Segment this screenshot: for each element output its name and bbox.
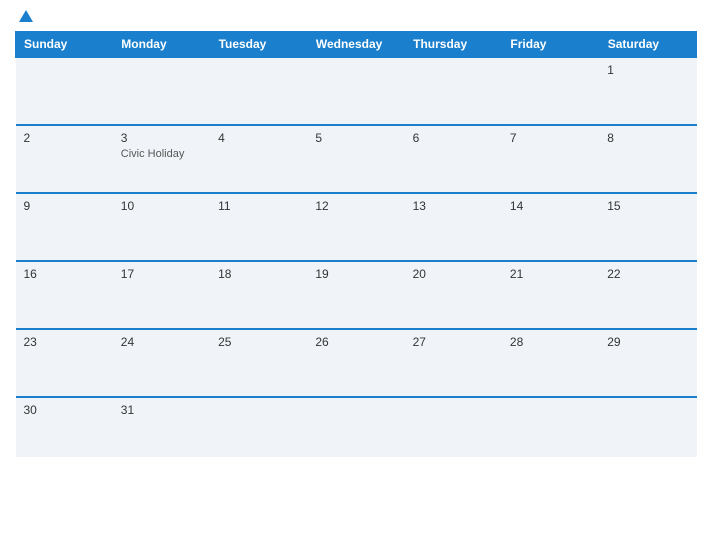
day-number: 11 (218, 199, 299, 213)
calendar-cell: 11 (210, 193, 307, 261)
calendar-cell: 2 (16, 125, 113, 193)
week-row-3: 9 10 11 12 13 14 15 (16, 193, 697, 261)
day-number: 31 (121, 403, 202, 417)
day-header-sunday: Sunday (16, 32, 113, 58)
day-number: 15 (607, 199, 688, 213)
calendar-cell: 8 (599, 125, 696, 193)
day-number: 9 (24, 199, 105, 213)
calendar-cell: 26 (307, 329, 404, 397)
calendar-cell: 31 (113, 397, 210, 457)
day-number: 30 (24, 403, 105, 417)
day-number: 19 (315, 267, 396, 281)
day-header-monday: Monday (113, 32, 210, 58)
day-number: 20 (413, 267, 494, 281)
day-number: 21 (510, 267, 591, 281)
day-header-saturday: Saturday (599, 32, 696, 58)
calendar-cell (502, 57, 599, 125)
calendar-cell: 30 (16, 397, 113, 457)
day-header-thursday: Thursday (405, 32, 502, 58)
calendar-cell (502, 397, 599, 457)
calendar-cell: 4 (210, 125, 307, 193)
calendar-cell: 25 (210, 329, 307, 397)
day-number: 16 (24, 267, 105, 281)
calendar-cell: 9 (16, 193, 113, 261)
day-number: 25 (218, 335, 299, 349)
header (15, 10, 697, 23)
day-number: 4 (218, 131, 299, 145)
day-number: 24 (121, 335, 202, 349)
calendar-cell: 22 (599, 261, 696, 329)
calendar-cell: 19 (307, 261, 404, 329)
day-number: 17 (121, 267, 202, 281)
day-number: 8 (607, 131, 688, 145)
day-header-friday: Friday (502, 32, 599, 58)
week-row-6: 30 31 (16, 397, 697, 457)
calendar-cell: 6 (405, 125, 502, 193)
day-number: 23 (24, 335, 105, 349)
calendar-cell: 12 (307, 193, 404, 261)
calendar-cell: 5 (307, 125, 404, 193)
calendar-cell (113, 57, 210, 125)
day-number: 12 (315, 199, 396, 213)
day-number: 1 (607, 63, 688, 77)
day-number: 5 (315, 131, 396, 145)
day-header-wednesday: Wednesday (307, 32, 404, 58)
day-number: 13 (413, 199, 494, 213)
calendar-page: SundayMondayTuesdayWednesdayThursdayFrid… (0, 0, 712, 550)
calendar-cell: 10 (113, 193, 210, 261)
calendar-cell: 7 (502, 125, 599, 193)
calendar-cell (405, 57, 502, 125)
week-row-5: 23 24 25 26 27 28 29 (16, 329, 697, 397)
calendar-body: 123Civic Holiday456789101112131415161718… (16, 57, 697, 457)
logo (15, 10, 33, 23)
calendar-table: SundayMondayTuesdayWednesdayThursdayFrid… (15, 31, 697, 457)
calendar-cell: 23 (16, 329, 113, 397)
calendar-cell: 24 (113, 329, 210, 397)
day-number: 26 (315, 335, 396, 349)
logo-triangle-icon (19, 10, 33, 22)
week-row-2: 2 3 Civic Holiday 4 5 6 7 8 (16, 125, 697, 193)
calendar-cell (307, 57, 404, 125)
week-row-1: 1 (16, 57, 697, 125)
calendar-cell: 15 (599, 193, 696, 261)
calendar-cell (599, 397, 696, 457)
day-number: 6 (413, 131, 494, 145)
calendar-cell (405, 397, 502, 457)
calendar-cell (16, 57, 113, 125)
calendar-cell: 20 (405, 261, 502, 329)
calendar-cell: 29 (599, 329, 696, 397)
holiday-label: Civic Holiday (121, 148, 202, 160)
day-number: 18 (218, 267, 299, 281)
calendar-cell (210, 397, 307, 457)
calendar-cell: 3 Civic Holiday (113, 125, 210, 193)
day-number: 29 (607, 335, 688, 349)
day-number: 3 (121, 131, 202, 145)
calendar-cell: 27 (405, 329, 502, 397)
day-header-tuesday: Tuesday (210, 32, 307, 58)
day-number: 14 (510, 199, 591, 213)
days-header-row: SundayMondayTuesdayWednesdayThursdayFrid… (16, 32, 697, 58)
day-number: 22 (607, 267, 688, 281)
day-number: 7 (510, 131, 591, 145)
day-number: 10 (121, 199, 202, 213)
calendar-cell: 21 (502, 261, 599, 329)
calendar-cell: 13 (405, 193, 502, 261)
week-row-4: 16 17 18 19 20 21 22 (16, 261, 697, 329)
calendar-cell (307, 397, 404, 457)
day-number: 27 (413, 335, 494, 349)
day-number: 2 (24, 131, 105, 145)
day-number: 28 (510, 335, 591, 349)
calendar-cell (210, 57, 307, 125)
calendar-cell: 14 (502, 193, 599, 261)
logo-blue-row (15, 10, 33, 23)
calendar-cell: 18 (210, 261, 307, 329)
calendar-cell: 16 (16, 261, 113, 329)
calendar-cell: 17 (113, 261, 210, 329)
calendar-cell: 28 (502, 329, 599, 397)
calendar-cell: 1 (599, 57, 696, 125)
